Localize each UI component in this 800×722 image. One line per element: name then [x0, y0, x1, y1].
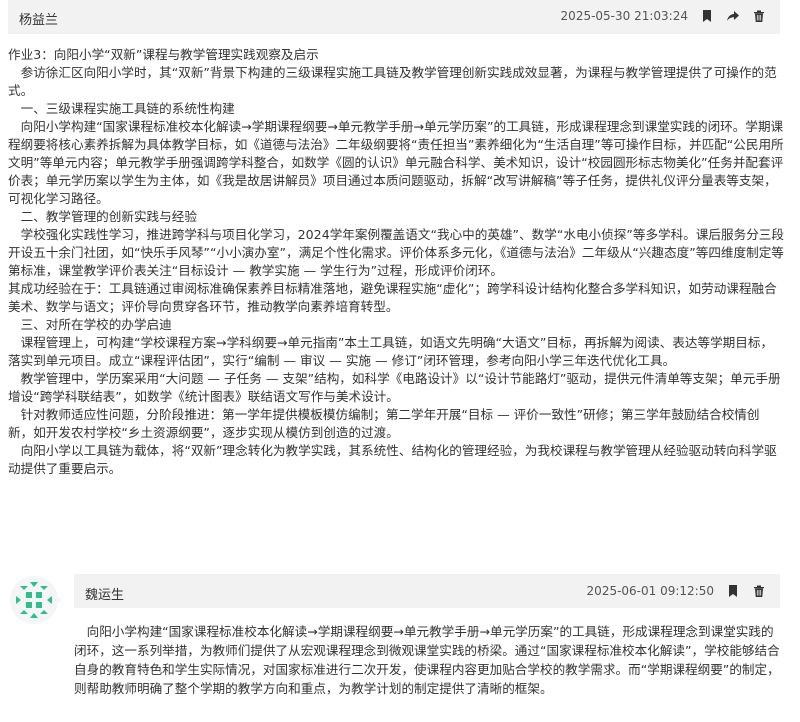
post-author[interactable]: 杨益兰	[19, 9, 58, 28]
share-icon[interactable]	[726, 9, 740, 23]
post-timestamp: 2025-05-30 21:03:24	[560, 9, 688, 23]
post-paragraph: 向阳小学以工具链为载体，将“双新”理念转化为教学实践，其系统性、结构化的管理经验…	[8, 443, 777, 476]
post-title: 作业3：向阳小学“双新”课程与教学管理实践观察及启示	[8, 47, 319, 62]
post-paragraph: 参访徐汇区向阳小学时，其“双新”背景下构建的三级课程实施工具链及教学管理创新实践…	[8, 65, 777, 98]
section-heading: 二、教学管理的创新实践与经验	[8, 209, 197, 224]
reply-meta: 2025-06-01 09:12:50	[587, 584, 766, 598]
post-paragraph: 其成功经验在于：工具链通过审阅标准确保素养目标精准落地，避免课程实施“虚化”；跨…	[8, 281, 777, 314]
section-heading: 三、对所在学校的办学启迪	[8, 317, 172, 332]
trash-icon[interactable]	[752, 584, 766, 598]
post-header: 杨益兰 2025-05-30 21:03:24	[8, 0, 780, 34]
section-heading: 一、三级课程实施工具链的系统性构建	[8, 101, 235, 116]
post-paragraph: 针对教师适应性问题，分阶段推进：第一学年提供模板模仿编制；第二学年开展“目标 —…	[8, 407, 760, 440]
bookmark-icon[interactable]	[726, 584, 740, 598]
post-paragraph: 教学管理中，学历案采用“大问题 — 子任务 — 支架”结构，如科学《电路设计》以…	[8, 371, 781, 404]
post-body: 作业3：向阳小学“双新”课程与教学管理实践观察及启示 参访徐汇区向阳小学时，其“…	[8, 46, 784, 478]
post-paragraph: 向阳小学构建“国家课程标准校本化解读→学期课程纲要→单元教学手册→单元学历案”的…	[8, 119, 784, 206]
reply-author[interactable]: 魏运生	[85, 584, 124, 603]
reply-text: 向阳小学构建“国家课程标准校本化解读→学期课程纲要→单元教学手册→单元学历案”的…	[74, 624, 780, 696]
post-paragraph: 课程管理上，可构建“学校课程方案→学科纲要→单元指南”本土工具链，如语文先明确“…	[8, 335, 774, 368]
trash-icon[interactable]	[752, 9, 766, 23]
post-meta: 2025-05-30 21:03:24	[561, 9, 766, 23]
reply-timestamp: 2025-06-01 09:12:50	[586, 584, 714, 598]
post-paragraph: 学校强化实践性学习，推进跨学科与项目化学习，2024学年案例覆盖语文“我心中的英…	[8, 227, 784, 278]
avatar[interactable]	[10, 576, 58, 624]
reply-body: 向阳小学构建“国家课程标准校本化解读→学期课程纲要→单元教学手册→单元学历案”的…	[74, 622, 786, 698]
bookmark-icon[interactable]	[700, 9, 714, 23]
reply-header: 魏运生 2025-06-01 09:12:50	[74, 574, 780, 608]
